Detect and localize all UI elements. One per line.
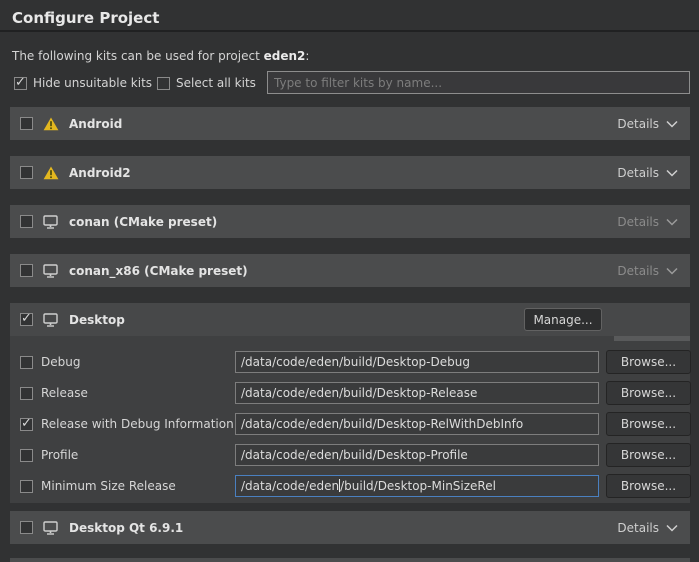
config-checkbox-group[interactable]: Debug	[20, 351, 80, 373]
build-dir-input-minsizerel[interactable]: /data/code/eden/build/Desktop-MinSizeRel	[235, 475, 599, 497]
config-checkbox-group[interactable]: Minimum Size Release	[20, 475, 176, 497]
desktop-monitor-icon	[43, 521, 59, 535]
details-label: Details	[617, 215, 659, 229]
kit-checkbox[interactable]	[20, 166, 33, 179]
kit-row-conan[interactable]: conan (CMake preset) Details	[10, 205, 690, 238]
kit-checkbox[interactable]	[20, 313, 33, 326]
project-name: eden2	[264, 49, 306, 63]
browse-button[interactable]: Browse...	[606, 350, 691, 374]
config-label: Profile	[41, 448, 78, 462]
config-checkbox[interactable]	[20, 387, 33, 400]
chevron-down-icon	[666, 169, 678, 177]
build-config-row-minsizerel: Minimum Size Release /data/code/eden/bui…	[10, 475, 690, 497]
select-all-kits-label: Select all kits	[176, 76, 256, 90]
details-button[interactable]: Details	[617, 166, 690, 180]
details-button[interactable]: Details	[617, 264, 690, 278]
intro-prefix: The following kits can be used for proje…	[12, 49, 264, 63]
chevron-down-icon	[666, 120, 678, 128]
filter-bar: Hide unsuitable kits Select all kits	[14, 76, 689, 98]
kit-checkbox[interactable]	[20, 117, 33, 130]
browse-button[interactable]: Browse...	[606, 474, 691, 498]
chevron-down-icon	[666, 267, 678, 275]
build-dir-input-release[interactable]: /data/code/eden/build/Desktop-Release	[235, 382, 599, 404]
kit-row-partial[interactable]	[10, 558, 690, 562]
path-text-after-caret: /build/Desktop-MinSizeRel	[340, 479, 496, 493]
config-label: Release	[41, 386, 88, 400]
config-checkbox-group[interactable]: Profile	[20, 444, 78, 466]
build-config-row-relwithdebinfo: Release with Debug Information /data/cod…	[10, 413, 690, 435]
details-button[interactable]: Details	[617, 521, 690, 535]
hide-unsuitable-kits-label: Hide unsuitable kits	[33, 76, 152, 90]
select-all-kits-checkbox[interactable]: Select all kits	[157, 76, 256, 90]
path-text: /data/code/eden/build/Desktop-Profile	[241, 448, 468, 462]
kit-name: Desktop Qt 6.9.1	[69, 521, 183, 535]
kit-name: Android2	[69, 166, 131, 180]
config-checkbox[interactable]	[20, 449, 33, 462]
chevron-down-icon	[666, 218, 678, 226]
config-checkbox[interactable]	[20, 480, 33, 493]
desktop-monitor-icon	[43, 313, 59, 327]
build-dir-input-relwithdebinfo[interactable]: /data/code/eden/build/Desktop-RelWithDeb…	[235, 413, 599, 435]
desktop-monitor-icon	[43, 264, 59, 278]
kit-checkbox[interactable]	[20, 215, 33, 228]
kit-filter-input[interactable]	[267, 71, 690, 94]
details-label: Details	[617, 264, 659, 278]
config-checkbox[interactable]	[20, 418, 33, 431]
kit-row-conan-x86[interactable]: conan_x86 (CMake preset) Details	[10, 254, 690, 287]
path-text-before-caret: /data/code/eden	[241, 479, 339, 493]
page-title: Configure Project	[12, 9, 159, 27]
details-label: Details	[617, 117, 659, 131]
kit-name: Android	[69, 117, 122, 131]
hide-unsuitable-kits-checkbox[interactable]: Hide unsuitable kits	[14, 76, 152, 90]
path-text: /data/code/eden/build/Desktop-Release	[241, 386, 477, 400]
kit-checkbox[interactable]	[20, 264, 33, 277]
build-config-row-profile: Profile /data/code/eden/build/Desktop-Pr…	[10, 444, 690, 466]
config-checkbox-group[interactable]: Release	[20, 382, 88, 404]
kit-name: conan (CMake preset)	[69, 215, 217, 229]
browse-button[interactable]: Browse...	[606, 381, 691, 405]
build-dir-input-debug[interactable]: /data/code/eden/build/Desktop-Debug	[235, 351, 599, 373]
kit-row-android2[interactable]: Android2 Details	[10, 156, 690, 189]
build-config-row-release: Release /data/code/eden/build/Desktop-Re…	[10, 382, 690, 404]
warning-icon	[43, 166, 59, 180]
details-label: Details	[617, 521, 659, 535]
browse-button[interactable]: Browse...	[606, 443, 691, 467]
details-button[interactable]: Details	[617, 117, 690, 131]
build-dir-input-profile[interactable]: /data/code/eden/build/Desktop-Profile	[235, 444, 599, 466]
details-label: Details	[617, 166, 659, 180]
kit-name: Desktop	[69, 313, 125, 327]
kit-checkbox[interactable]	[20, 521, 33, 534]
browse-button[interactable]: Browse...	[606, 412, 691, 436]
manage-kits-button[interactable]: Manage...	[524, 308, 602, 331]
desktop-monitor-icon	[43, 215, 59, 229]
config-label: Debug	[41, 355, 80, 369]
warning-icon	[43, 117, 59, 131]
chevron-down-icon	[666, 524, 678, 532]
config-label: Release with Debug Information	[41, 417, 234, 431]
path-text: /data/code/eden/build/Desktop-Debug	[241, 355, 470, 369]
kit-section-desktop: Details Desktop Manage... Debug /data/co…	[10, 303, 690, 503]
details-button[interactable]: Details	[617, 215, 690, 229]
intro-text: The following kits can be used for proje…	[12, 49, 309, 63]
kit-row-desktop-qt[interactable]: Desktop Qt 6.9.1 Details	[10, 511, 690, 544]
config-checkbox-group[interactable]: Release with Debug Information	[20, 413, 234, 435]
configure-project-page: Configure Project The following kits can…	[0, 0, 699, 562]
config-label: Minimum Size Release	[41, 479, 176, 493]
intro-suffix: :	[305, 49, 309, 63]
kit-name: conan_x86 (CMake preset)	[69, 264, 248, 278]
build-config-row-debug: Debug /data/code/eden/build/Desktop-Debu…	[10, 351, 690, 373]
checkbox-icon[interactable]	[157, 77, 170, 90]
kit-row-android[interactable]: Android Details	[10, 107, 690, 140]
config-checkbox[interactable]	[20, 356, 33, 369]
path-text: /data/code/eden/build/Desktop-RelWithDeb…	[241, 417, 523, 431]
title-separator	[0, 30, 699, 32]
checkbox-icon[interactable]	[14, 77, 27, 90]
